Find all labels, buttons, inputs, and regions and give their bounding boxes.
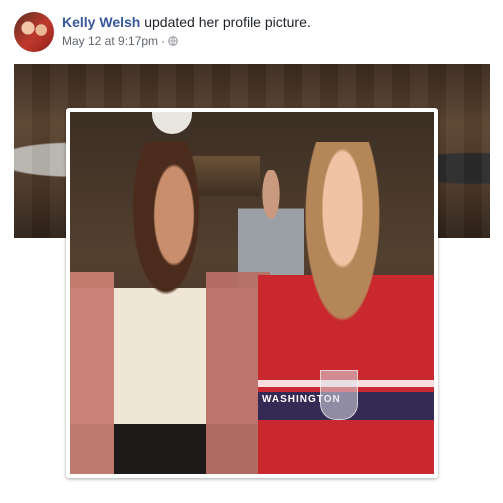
wall-clock-shape [152, 112, 192, 134]
post-header-text: Kelly Welsh updated her profile picture.… [62, 14, 311, 48]
wine-glass-shape [320, 370, 358, 420]
woman-right-figure [258, 142, 434, 474]
post-timestamp[interactable]: May 12 at 9:17pm [62, 34, 158, 48]
cardigan-shape [70, 272, 270, 474]
post-header: Kelly Welsh updated her profile picture.… [14, 12, 494, 52]
author-avatar[interactable] [14, 12, 54, 52]
post-meta: May 12 at 9:17pm · [62, 34, 311, 48]
author-name-link[interactable]: Kelly Welsh [62, 14, 140, 30]
post-action-text: updated her profile picture. [140, 14, 311, 30]
globe-icon[interactable] [168, 35, 178, 46]
profile-picture-frame[interactable]: WASHINGTON [66, 108, 438, 478]
meta-separator: · [161, 34, 166, 48]
profile-picture[interactable]: WASHINGTON [70, 112, 434, 474]
post-headline: Kelly Welsh updated her profile picture. [62, 14, 311, 30]
